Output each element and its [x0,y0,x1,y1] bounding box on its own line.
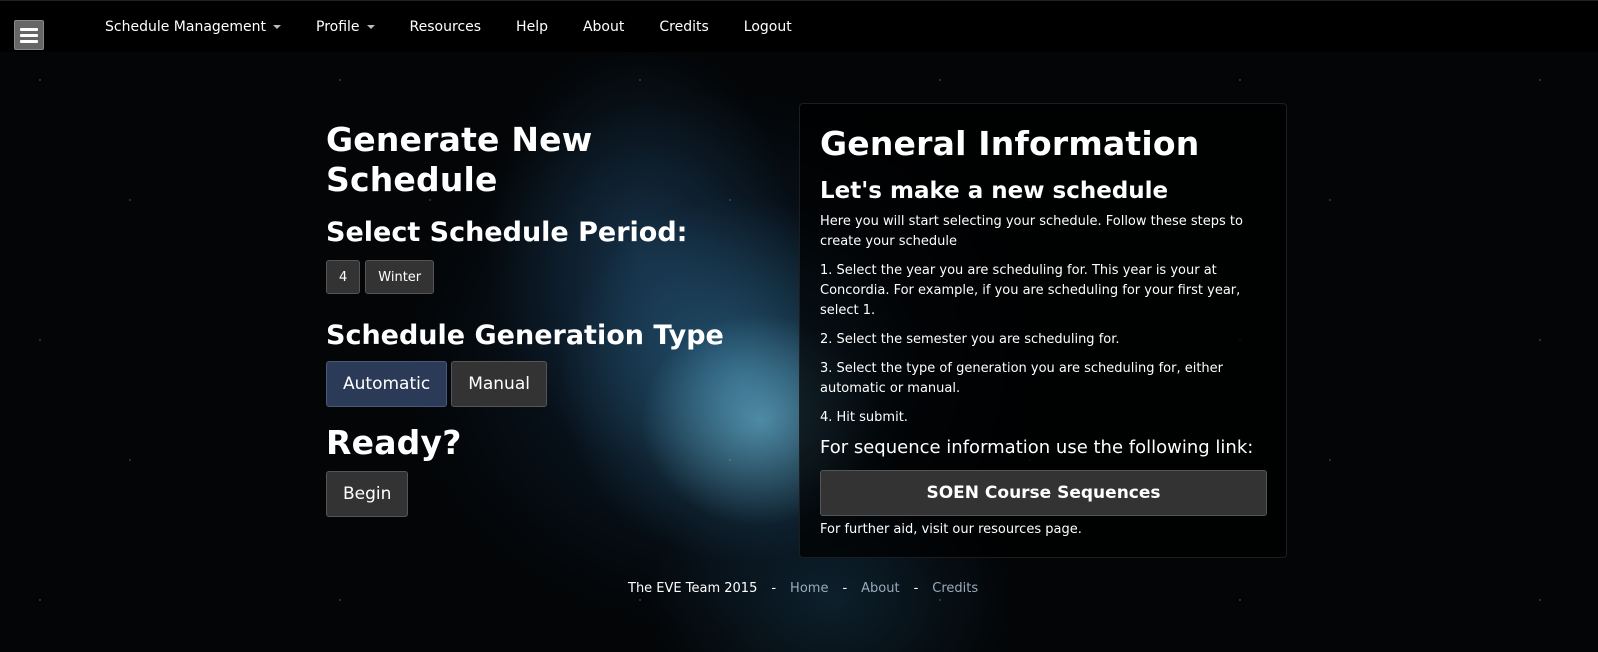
nav-item-about[interactable]: About [583,19,624,35]
footer-separator: - [913,581,919,596]
step-3: 3. Select the type of generation you are… [820,361,1224,396]
generation-type-heading: Schedule Generation Type [326,320,724,351]
step-1: 1. Select the year you are scheduling fo… [820,263,1241,318]
schedule-form: Generate New Schedule Select Schedule Pe… [326,120,766,517]
soen-course-sequences-button[interactable]: SOEN Course Sequences [820,470,1267,516]
panel-subtitle: Let's make a new schedule [820,178,1169,204]
automatic-button[interactable]: Automatic [326,361,448,407]
footer-separator: - [842,581,848,596]
intro-text: Here you will start selecting your sched… [820,214,1243,249]
caret-down-icon [273,25,282,29]
nav-item-help[interactable]: Help [516,19,548,35]
sequence-heading: For sequence information use the followi… [820,437,1254,458]
step-4: 4. Hit submit. [820,410,908,425]
footer-team: The EVE Team 2015 [628,581,758,596]
generation-type-toggle: Automatic Manual [326,361,766,407]
footer-link-home[interactable]: Home [790,581,828,596]
nav-item-logout[interactable]: Logout [744,19,792,35]
begin-button[interactable]: Begin [326,471,409,517]
step-2: 2. Select the semester you are schedulin… [820,332,1120,347]
footer-separator: - [771,581,777,596]
year-select-button[interactable]: 4 [326,260,361,294]
nav-item-label: Profile [316,19,360,35]
general-info-panel: General Information Let's make a new sch… [799,103,1287,558]
nav-item-resources[interactable]: Resources [410,19,482,35]
nav-item-profile[interactable]: Profile [316,19,375,35]
nav-item-credits[interactable]: Credits [659,19,708,35]
footer-link-about[interactable]: About [861,581,899,596]
further-aid-text: For further aid, visit our resources pag… [820,522,1082,537]
semester-select-button[interactable]: Winter [365,260,435,294]
caret-down-icon [366,25,375,29]
nav-item-label: Schedule Management [105,19,267,35]
footer: The EVE Team 2015 - Home - About - Credi… [628,581,978,596]
top-navbar: Schedule Management Profile Resources He… [0,0,1598,52]
nav-menu: Schedule Management Profile Resources He… [105,19,827,35]
manual-button[interactable]: Manual [451,361,547,407]
period-heading: Select Schedule Period: [326,217,688,248]
footer-link-credits[interactable]: Credits [932,581,978,596]
ready-heading: Ready? [326,423,462,462]
hamburger-menu-icon[interactable] [14,20,44,50]
panel-title: General Information [820,124,1200,163]
period-selector: 4 Winter [326,260,766,294]
page-title: Generate New Schedule [326,120,593,199]
nav-item-schedule-management[interactable]: Schedule Management [105,19,282,35]
